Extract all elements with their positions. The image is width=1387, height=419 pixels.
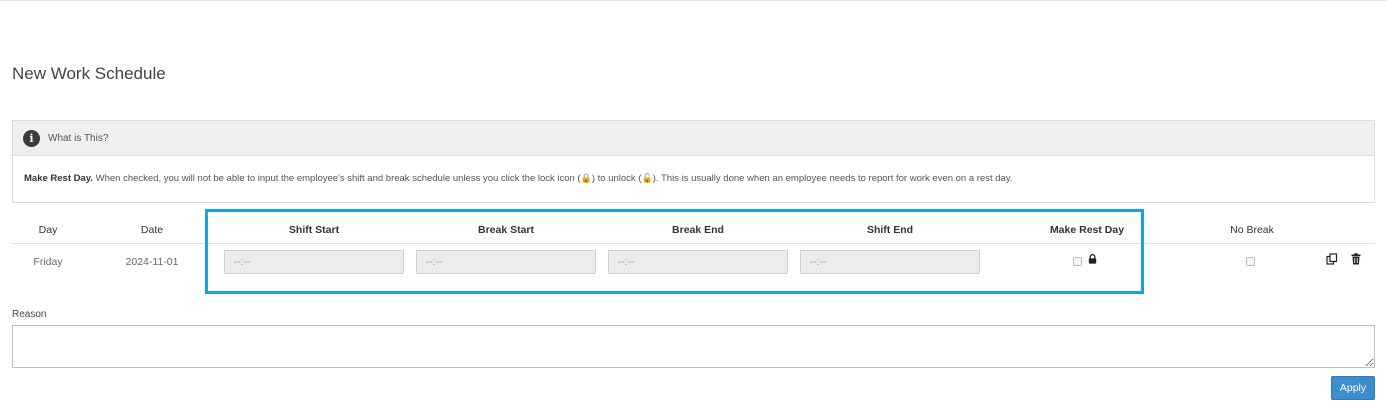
help-panel-title: What is This? [48,132,109,144]
header-make-rest-day: Make Rest Day [1049,224,1125,236]
lock-icon: 🔒 [580,173,592,183]
header-day: Day [38,224,58,236]
row-date: 2024-11-01 [125,256,179,268]
reason-label: Reason [12,309,47,320]
help-term: Make Rest Day. [24,173,93,184]
top-divider [0,0,1387,1]
help-panel-header[interactable]: i What is This? [13,121,1374,156]
help-panel-text: Make Rest Day. When checked, you will no… [13,156,1374,184]
header-no-break: No Break [1230,224,1274,236]
page-title: New Work Schedule [12,64,166,83]
info-icon: i [23,129,40,147]
no-break-checkbox[interactable] [1246,257,1255,266]
lock-icon[interactable] [1088,254,1097,267]
header-shift-start: Shift Start [288,224,340,236]
header-date: Date [140,224,164,236]
shift-start-input[interactable] [224,250,404,274]
help-text-part2: ) to unlock ( [591,173,642,184]
break-end-input[interactable] [608,250,788,274]
trash-icon[interactable] [1351,253,1361,268]
reason-textarea[interactable] [12,325,1375,368]
break-start-input[interactable] [416,250,596,274]
header-break-start: Break Start [477,224,535,236]
schedule-table-header: Day Date Shift Start Break Start Break E… [12,220,1375,244]
header-shift-end: Shift End [866,224,914,236]
help-text-part1: When checked, you will not be able to in… [93,173,581,184]
copy-icon[interactable] [1326,253,1338,268]
table-row: Friday 2024-11-01 [12,244,1375,282]
row-day: Friday [33,256,63,268]
help-text-part3: ). This is usually done when an employee… [652,173,1013,184]
make-rest-day-checkbox[interactable] [1073,257,1082,266]
help-panel: i What is This? Make Rest Day. When chec… [12,120,1375,203]
apply-button[interactable]: Apply [1331,376,1375,400]
header-break-end: Break End [672,224,724,236]
shift-end-input[interactable] [800,250,980,274]
unlock-icon: 🔓 [641,173,653,183]
